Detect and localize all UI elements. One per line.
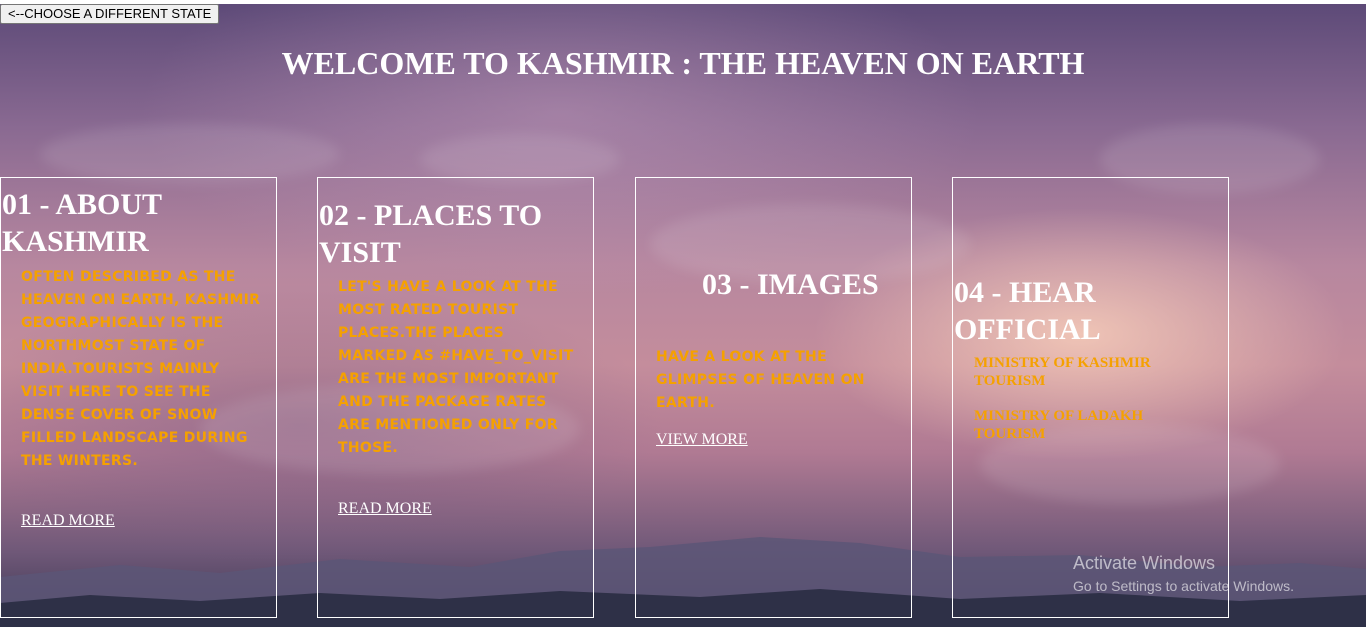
card-description: Often described as the heaven on earth, … bbox=[21, 269, 261, 469]
choose-different-state-button[interactable]: <--CHOOSE A DIFFERENT STATE bbox=[0, 4, 220, 24]
page-title: WELCOME TO KASHMIR : THE HEAVEN ON EARTH bbox=[281, 45, 1085, 81]
card-heading: 01 - ABOUT KASHMIR bbox=[2, 188, 162, 258]
ministry-kashmir-tourism-link[interactable]: MINISTRY OF KASHMIR TOURISM bbox=[974, 354, 1194, 390]
card-description: Let's have a look at the most rated tour… bbox=[338, 279, 574, 456]
card-places-to-visit: 02 - PLACES TO VISIT Let's have a look a… bbox=[317, 177, 594, 618]
card-description: Have a look at the glimpses of heaven on… bbox=[656, 349, 865, 411]
card-images: 03 - IMAGES Have a look at the glimpses … bbox=[635, 177, 912, 618]
card-about-kashmir: 01 - ABOUT KASHMIR Often described as th… bbox=[0, 177, 277, 618]
card-heading: 04 - HEAR OFFICIAL bbox=[954, 276, 1101, 346]
activate-windows-watermark: Activate Windows bbox=[1073, 553, 1216, 573]
read-more-link[interactable]: READ MORE bbox=[21, 512, 115, 530]
ministry-ladakh-tourism-link[interactable]: MINISTRY OF LADAKH TOURISM bbox=[974, 407, 1194, 443]
card-hear-official: 04 - HEAR OFFICIAL MINISTRY OF KASHMIR T… bbox=[952, 177, 1229, 618]
read-more-link[interactable]: READ MORE bbox=[338, 500, 432, 518]
activate-windows-subtitle: Go to Settings to activate Windows. bbox=[1073, 578, 1294, 594]
card-heading: 02 - PLACES TO VISIT bbox=[319, 199, 543, 269]
view-more-link[interactable]: VIEW MORE bbox=[656, 431, 748, 449]
card-heading: 03 - IMAGES bbox=[702, 268, 879, 301]
